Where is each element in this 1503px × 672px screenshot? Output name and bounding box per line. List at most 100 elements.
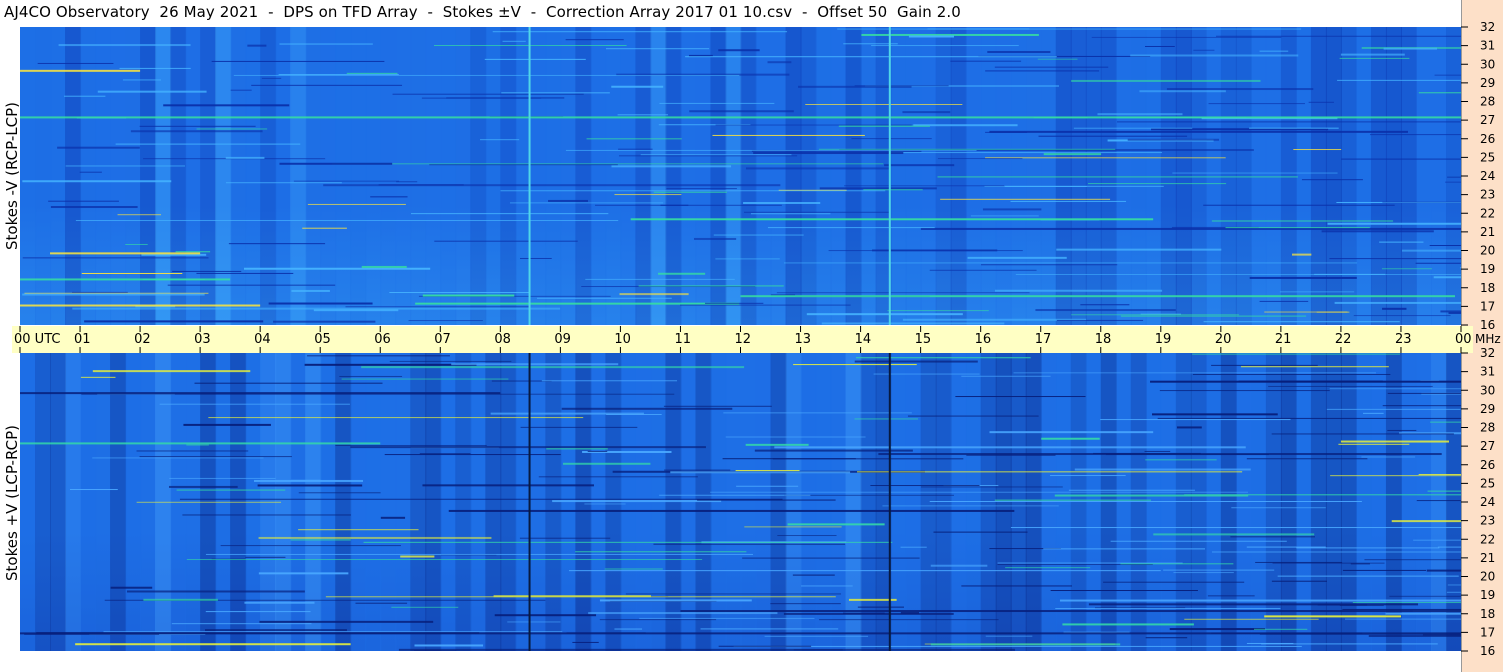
frequency-streak bbox=[1211, 364, 1318, 366]
frequency-streak bbox=[882, 505, 1059, 507]
frequency-streak bbox=[293, 180, 400, 182]
frequency-streak bbox=[196, 272, 294, 274]
time-band bbox=[365, 27, 382, 325]
frequency-streak bbox=[900, 546, 927, 548]
frequency-streak bbox=[186, 559, 703, 561]
time-band bbox=[1415, 353, 1432, 651]
frequency-streak bbox=[1426, 569, 1461, 572]
frequency-streak bbox=[233, 74, 740, 76]
frequency-streak bbox=[1387, 392, 1461, 394]
frequency-streak bbox=[595, 204, 782, 206]
frequency-streak bbox=[72, 291, 128, 293]
frequency-streak bbox=[653, 191, 727, 193]
frequency-streak bbox=[186, 444, 209, 446]
frequency-streak bbox=[713, 234, 804, 236]
time-band bbox=[800, 353, 817, 651]
frequency-streak bbox=[693, 237, 737, 240]
frequency-streak bbox=[777, 535, 837, 537]
frequency-streak bbox=[1062, 623, 1194, 626]
frequency-streak bbox=[1271, 433, 1454, 435]
frequency-streak bbox=[507, 621, 561, 623]
frequency-streak bbox=[710, 491, 1248, 493]
frequency-streak bbox=[828, 250, 1023, 252]
frequency-streak bbox=[639, 617, 815, 619]
frequency-streak bbox=[1015, 273, 1461, 275]
frequency-streak bbox=[987, 50, 1051, 53]
frequency-streak bbox=[355, 602, 408, 604]
frequency-streak bbox=[587, 450, 608, 452]
frequency-streak bbox=[1192, 353, 1400, 355]
frequency-streak bbox=[169, 485, 238, 488]
frequency-streak bbox=[279, 43, 373, 45]
frequency-streak bbox=[548, 199, 588, 202]
frequency-streak bbox=[22, 257, 209, 259]
frequency-streak bbox=[247, 44, 267, 47]
frequency-streak bbox=[611, 85, 664, 88]
frequency-streak bbox=[244, 601, 315, 604]
frequency-streak bbox=[1361, 456, 1416, 458]
frequency-streak bbox=[1445, 181, 1461, 183]
frequency-streak bbox=[335, 444, 487, 446]
frequency-streak bbox=[625, 593, 842, 595]
frequency-streak bbox=[767, 227, 935, 229]
frequency-streak bbox=[937, 158, 1023, 160]
frequency-streak bbox=[1103, 581, 1245, 583]
time-band bbox=[80, 353, 97, 651]
frequency-streak bbox=[685, 56, 1057, 58]
frequency-streak bbox=[994, 66, 1109, 68]
time-band bbox=[410, 353, 427, 651]
frequency-streak bbox=[735, 470, 800, 472]
frequency-streak bbox=[183, 423, 271, 426]
frequency-streak bbox=[378, 184, 464, 186]
frequency-streak bbox=[298, 529, 419, 531]
frequency-streak bbox=[1068, 489, 1195, 491]
frequency-streak bbox=[1352, 602, 1461, 604]
frequency-streak bbox=[588, 612, 778, 615]
frequency-streak bbox=[1088, 183, 1227, 185]
frequency-streak bbox=[398, 648, 1016, 651]
frequency-streak bbox=[1246, 458, 1368, 460]
frequency-streak bbox=[664, 469, 731, 471]
time-band bbox=[1025, 27, 1042, 325]
frequency-streak bbox=[1330, 475, 1461, 477]
time-band bbox=[245, 27, 262, 325]
frequency-streak bbox=[819, 187, 937, 190]
frequency-streak bbox=[750, 213, 831, 215]
frequency-streak bbox=[1437, 546, 1461, 548]
bottom-spectrogram-panel bbox=[20, 353, 1461, 651]
frequency-streak bbox=[787, 523, 885, 526]
frequency-streak bbox=[887, 310, 989, 312]
frequency-streak bbox=[1050, 475, 1126, 477]
frequency-streak bbox=[1172, 172, 1338, 174]
frequency-streak bbox=[774, 446, 1246, 449]
time-band bbox=[1085, 27, 1102, 325]
frequency-streak bbox=[723, 412, 912, 414]
frequency-streak bbox=[258, 536, 492, 539]
frequency-streak bbox=[1097, 113, 1183, 116]
interference-band bbox=[20, 278, 231, 281]
time-band bbox=[440, 27, 457, 325]
frequency-streak bbox=[1293, 149, 1342, 151]
frequency-streak bbox=[79, 171, 102, 173]
frequency-streak bbox=[75, 643, 351, 646]
frequency-streak bbox=[753, 152, 904, 155]
time-band bbox=[1370, 27, 1387, 325]
frequency-streak bbox=[92, 370, 251, 373]
frequency-streak bbox=[1334, 301, 1461, 304]
frequency-streak bbox=[584, 503, 626, 505]
frequency-streak bbox=[125, 243, 148, 245]
frequency-streak bbox=[1429, 245, 1461, 247]
frequency-streak bbox=[136, 501, 282, 503]
frequency-streak bbox=[1080, 304, 1130, 306]
time-band bbox=[935, 27, 952, 325]
time-band bbox=[1370, 353, 1387, 651]
frequency-streak bbox=[302, 227, 347, 229]
frequency-streak bbox=[37, 62, 114, 64]
frequency-streak bbox=[268, 302, 373, 305]
frequency-streak bbox=[81, 272, 183, 274]
frequency-streak bbox=[1208, 103, 1305, 105]
time-band bbox=[950, 27, 967, 325]
interference-band bbox=[20, 304, 261, 307]
frequency-streak bbox=[1413, 539, 1461, 541]
time-band bbox=[35, 353, 52, 651]
